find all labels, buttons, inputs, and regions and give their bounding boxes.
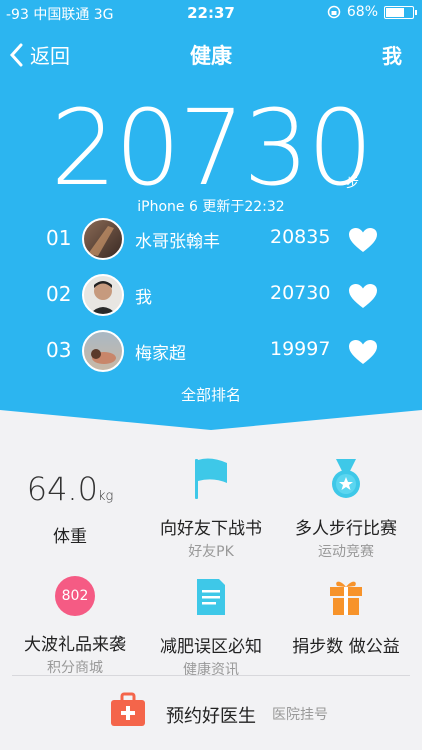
multi-walk-tile[interactable]: 多人步行比赛 运动竞赛 [276, 450, 416, 561]
doctor-subtitle: 医院挂号 [272, 707, 328, 723]
medical-kit-icon [111, 692, 145, 726]
all-ranking-link[interactable]: 全部排名 [0, 384, 422, 405]
status-bar: -93 中国联通 3G 22:37 68% [0, 4, 422, 24]
battery-icon [384, 5, 417, 19]
multi-walk-subtitle: 运动竞赛 [318, 544, 374, 560]
challenge-subtitle: 好友PK [188, 544, 234, 560]
book-doctor-row[interactable]: 预约好医生 医院挂号 [0, 686, 422, 736]
points-badge: 802 [55, 576, 95, 616]
ranking-row[interactable]: 02 我 20730 [0, 271, 422, 319]
heart-icon[interactable] [348, 227, 378, 253]
gift-title: 大波礼品来袭 [24, 635, 126, 655]
multi-walk-title: 多人步行比赛 [295, 519, 397, 539]
donate-title: 捐步数 做公益 [292, 637, 400, 657]
device-update-text: iPhone 6 更新于22:32 [137, 199, 285, 215]
weight-value: 64.0kg [26, 470, 114, 508]
weight-label: 体重 [53, 527, 87, 547]
diet-subtitle: 健康资讯 [183, 662, 239, 678]
ranking-row[interactable]: 03 梅家超 19997 [0, 327, 422, 375]
battery-percent: 68% [346, 4, 378, 20]
gift-mall-tile[interactable]: 802 大波礼品来袭 积分商城 [5, 570, 145, 677]
medal-icon [325, 458, 367, 500]
heart-icon[interactable] [348, 283, 378, 309]
step-counter: 20730 步 [0, 96, 422, 200]
challenge-title: 向好友下战书 [160, 519, 262, 539]
avatar [82, 274, 124, 316]
diet-myths-tile[interactable]: 减肥误区必知 健康资讯 [141, 570, 281, 679]
rank-name: 我 [135, 288, 152, 308]
flag-icon [190, 458, 232, 500]
rank-name: 水哥张翰丰 [135, 232, 220, 252]
doctor-title: 预约好医生 [166, 706, 256, 727]
battery-area: 68% [327, 4, 417, 20]
ranking-row[interactable]: 01 水哥张翰丰 20835 [0, 215, 422, 263]
rank-score: 20730 [270, 282, 331, 304]
rank-position: 01 [46, 226, 72, 250]
heart-icon[interactable] [348, 339, 378, 365]
donate-steps-tile[interactable]: 捐步数 做公益 [276, 570, 416, 657]
step-count: 20730 [50, 87, 374, 209]
avatar [82, 218, 124, 260]
rank-score: 20835 [270, 226, 331, 248]
article-icon [190, 576, 232, 618]
challenge-friend-tile[interactable]: 向好友下战书 好友PK [141, 450, 281, 561]
weight-tile[interactable]: 64.0kg 体重 [0, 450, 140, 547]
gift-box-icon [325, 576, 367, 618]
divider [12, 675, 410, 676]
health-hero: -93 中国联通 3G 22:37 68% 返回 健康 我 20730 步 iP… [0, 0, 422, 430]
rotation-lock-icon [327, 5, 341, 19]
nav-bar: 返回 健康 我 [0, 40, 422, 72]
step-unit: 步 [346, 176, 360, 191]
rank-name: 梅家超 [135, 344, 186, 364]
page-title: 健康 [190, 44, 232, 68]
diet-title: 减肥误区必知 [160, 637, 262, 657]
gift-subtitle: 积分商城 [47, 660, 103, 676]
rank-score: 19997 [270, 338, 331, 360]
rank-position: 02 [46, 282, 72, 306]
rank-position: 03 [46, 338, 72, 362]
avatar [82, 330, 124, 372]
me-button[interactable]: 我 [382, 40, 402, 69]
